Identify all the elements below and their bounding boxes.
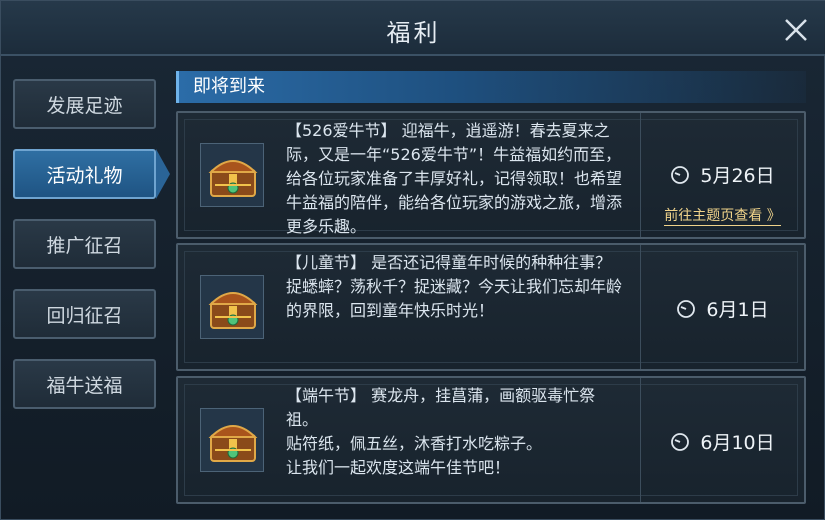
treasure-chest-icon bbox=[200, 408, 264, 472]
event-date: 6月1日 bbox=[706, 299, 769, 321]
event-card: 【儿童节】 是否还记得童年时候的种种往事？捉蟋蟀？荡秋千？捉迷藏？今天让我们忘却… bbox=[176, 243, 806, 371]
clock-icon bbox=[671, 432, 690, 451]
event-date-area: 6月1日 bbox=[641, 245, 804, 369]
sidebar-item-promotion[interactable]: 推广征召 bbox=[13, 219, 156, 269]
sidebar-item-development[interactable]: 发展足迹 bbox=[13, 79, 156, 129]
active-indicator-arrow bbox=[156, 149, 170, 199]
close-button[interactable] bbox=[781, 15, 811, 45]
sidebar-item-lucky-ox[interactable]: 福牛送福 bbox=[13, 359, 156, 409]
sidebar-item-label: 回归征召 bbox=[46, 304, 123, 327]
treasure-chest-icon bbox=[200, 143, 264, 207]
treasure-chest-icon bbox=[200, 275, 264, 339]
event-description: 【端午节】 赛龙舟，挂菖蒲，画额驱毒忙祭祖。 贴符纸，佩五丝，沐香打水吃粽子。 … bbox=[286, 386, 596, 477]
event-date: 5月26日 bbox=[700, 165, 775, 187]
window-title: 福利 bbox=[386, 19, 441, 47]
event-card: 【端午节】 赛龙舟，挂菖蒲，画额驱毒忙祭祖。 贴符纸，佩五丝，沐香打水吃粽子。 … bbox=[176, 376, 806, 504]
welfare-window: 福利 发展足迹 活动礼物 推广征召 回归征召 福牛送福 即将到来 【526爱牛节… bbox=[0, 0, 825, 520]
clock-icon bbox=[671, 165, 690, 184]
event-description: 【526爱牛节】 迎福牛，逍遥游！春去夏来之际，又是一年“526爱牛节”！牛益福… bbox=[286, 121, 623, 236]
clock-icon bbox=[677, 299, 696, 318]
event-date-area: 6月10日 bbox=[641, 378, 804, 502]
sidebar-item-label: 发展足迹 bbox=[46, 94, 123, 117]
close-icon bbox=[785, 19, 807, 41]
sidebar-item-event-gifts[interactable]: 活动礼物 bbox=[13, 149, 170, 199]
sidebar-item-return[interactable]: 回归征召 bbox=[13, 289, 156, 339]
title-bar: 福利 bbox=[1, 1, 825, 56]
theme-page-link[interactable]: 前往主题页查看 》 bbox=[641, 205, 804, 226]
sidebar-item-label: 活动礼物 bbox=[46, 164, 123, 187]
event-card: 【526爱牛节】 迎福牛，逍遥游！春去夏来之际，又是一年“526爱牛节”！牛益福… bbox=[176, 111, 806, 239]
section-header: 即将到来 bbox=[176, 71, 806, 103]
event-date: 6月10日 bbox=[700, 432, 775, 454]
event-date-area: 5月26日 前往主题页查看 》 bbox=[641, 113, 804, 237]
event-description: 【儿童节】 是否还记得童年时候的种种往事？捉蟋蟀？荡秋千？捉迷藏？今天让我们忘却… bbox=[286, 253, 623, 320]
sidebar-item-label: 推广征召 bbox=[46, 234, 123, 257]
sidebar-item-label: 福牛送福 bbox=[46, 374, 123, 397]
